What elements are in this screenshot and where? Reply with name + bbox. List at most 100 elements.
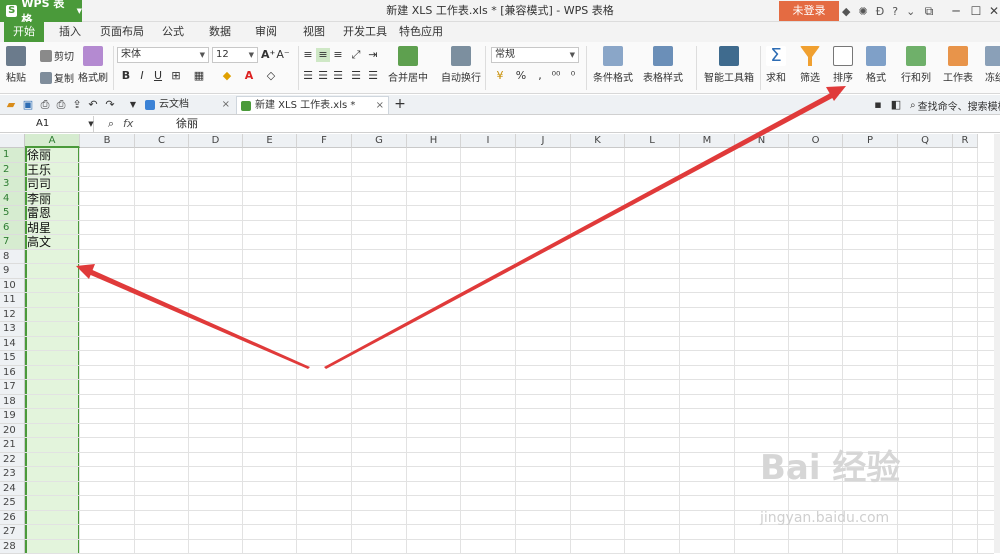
column-header-n[interactable]: N [735,134,789,148]
row-header-19[interactable]: 19 [0,409,25,424]
bold-icon[interactable]: B [119,69,133,83]
print-icon[interactable]: ⎙ [54,98,68,112]
align-right-icon[interactable]: ☰ [331,69,345,83]
column-header-q[interactable]: Q [898,134,953,148]
tab-insert[interactable]: 插入 [52,22,88,42]
merge-center-button[interactable]: 合并居中 [388,46,428,84]
row-header-9[interactable]: 9 [0,264,25,279]
tab-special[interactable]: 特色应用 [396,22,446,42]
command-search[interactable]: ⌕ 查找命令、搜索模板 [910,98,1000,113]
chevron-down-icon[interactable]: ▼ [84,117,98,131]
align-bottom-icon[interactable]: ≡ [331,48,345,62]
format-button[interactable]: 格式 [866,46,886,84]
italic-icon[interactable]: I [135,69,149,83]
cell-a1[interactable]: 徐丽 [27,148,51,163]
align-center-icon[interactable]: ☰ [316,69,330,83]
column-header-m[interactable]: M [680,134,735,148]
column-header-g[interactable]: G [352,134,407,148]
column-header-c[interactable]: C [135,134,189,148]
font-grow-icon[interactable]: A⁺ [261,48,275,62]
tab-formulas[interactable]: 公式 [155,22,191,42]
row-header-22[interactable]: 22 [0,453,25,468]
thousands-icon[interactable]: , [533,69,547,83]
align-top-icon[interactable]: ≡ [301,48,315,62]
freeze-button[interactable]: 冻结 [985,46,1000,84]
row-header-10[interactable]: 10 [0,279,25,294]
table-style-button[interactable]: 表格样式 [643,46,683,84]
share-icon[interactable]: Ð [876,5,885,18]
new-tab-icon[interactable]: + [393,97,407,111]
row-header-25[interactable]: 25 [0,496,25,511]
number-format-select[interactable]: 常规▼ [491,47,579,63]
vertical-scrollbar[interactable] [994,134,1000,553]
underline-icon[interactable]: U [151,69,165,83]
tab-workbook[interactable]: 新建 XLS 工作表.xls * × [236,96,389,114]
row-header-17[interactable]: 17 [0,380,25,395]
cell-a3[interactable]: 司司 [27,177,51,192]
login-button[interactable]: 未登录 [779,1,839,21]
row-header-3[interactable]: 3 [0,177,25,192]
column-header-i[interactable]: I [461,134,516,148]
export-icon[interactable]: ⇪ [70,98,84,112]
font-color-icon[interactable]: A [242,69,256,83]
row-header-20[interactable]: 20 [0,424,25,439]
print-preview-icon[interactable]: ⎙ [38,98,52,112]
border-icon[interactable]: ⊞ [169,69,183,83]
tab-cloud-docs[interactable]: 云文档 × [141,96,234,114]
column-header-j[interactable]: J [516,134,571,148]
column-header-p[interactable]: P [843,134,898,148]
cell-a2[interactable]: 王乐 [27,163,51,178]
row-header-2[interactable]: 2 [0,163,25,178]
clear-format-icon[interactable]: ◇ [264,69,278,83]
fx-icon[interactable]: fx [123,116,133,132]
cell-style-icon[interactable]: ▦ [192,69,206,83]
close-tab-icon[interactable]: × [376,97,384,115]
row-header-15[interactable]: 15 [0,351,25,366]
name-box[interactable]: A1 [2,116,94,132]
font-shrink-icon[interactable]: A⁻ [276,48,290,62]
align-middle-icon[interactable]: ≡ [316,48,330,62]
column-header-o[interactable]: O [789,134,843,148]
cell-a7[interactable]: 高文 [27,235,51,250]
column-header-e[interactable]: E [243,134,297,148]
tab-page-layout[interactable]: 页面布局 [96,22,148,42]
chat-icon[interactable]: ▪ [871,98,885,112]
undo-icon[interactable]: ↶ [86,98,100,112]
customize-toolbar-icon[interactable]: ▼ [126,98,140,112]
tab-data[interactable]: 数据 [200,22,240,42]
currency-icon[interactable]: ¥ [493,69,507,83]
row-header-26[interactable]: 26 [0,511,25,526]
row-header-14[interactable]: 14 [0,337,25,352]
redo-icon[interactable]: ↷ [103,98,117,112]
column-header-b[interactable]: B [80,134,135,148]
tab-review[interactable]: 审阅 [248,22,284,42]
percent-icon[interactable]: % [514,69,528,83]
row-header-12[interactable]: 12 [0,308,25,323]
align-left-icon[interactable]: ☰ [301,69,315,83]
increase-decimal-icon[interactable]: ⁰⁰ [549,69,563,83]
row-header-28[interactable]: 28 [0,540,25,554]
sort-button[interactable]: 排序 [833,46,853,84]
restore-ribbon-icon[interactable]: ⧉ [917,0,941,22]
more-icon[interactable]: ⌄ [906,5,915,18]
row-col-button[interactable]: 行和列 [901,46,931,84]
column-header-r[interactable]: R [953,134,978,148]
wrap-text-button[interactable]: 自动换行 [441,46,481,84]
row-header-11[interactable]: 11 [0,293,25,308]
row-header-23[interactable]: 23 [0,467,25,482]
filter-button[interactable]: 筛选 [800,46,820,84]
row-header-13[interactable]: 13 [0,322,25,337]
row-header-7[interactable]: 7 [0,235,25,250]
row-header-21[interactable]: 21 [0,438,25,453]
row-header-27[interactable]: 27 [0,525,25,540]
row-header-8[interactable]: 8 [0,250,25,265]
format-painter-button[interactable]: 格式刷 [78,46,108,84]
distributed-icon[interactable]: ☰ [366,69,380,83]
settings-icon[interactable]: ✺ [858,5,867,18]
row-header-1[interactable]: 1 [0,148,25,163]
justify-icon[interactable]: ☰ [349,69,363,83]
indent-icon[interactable]: ⇥ [366,48,380,62]
row-header-16[interactable]: 16 [0,366,25,381]
formula-input[interactable]: 徐丽 [176,116,198,132]
column-header-f[interactable]: F [297,134,352,148]
